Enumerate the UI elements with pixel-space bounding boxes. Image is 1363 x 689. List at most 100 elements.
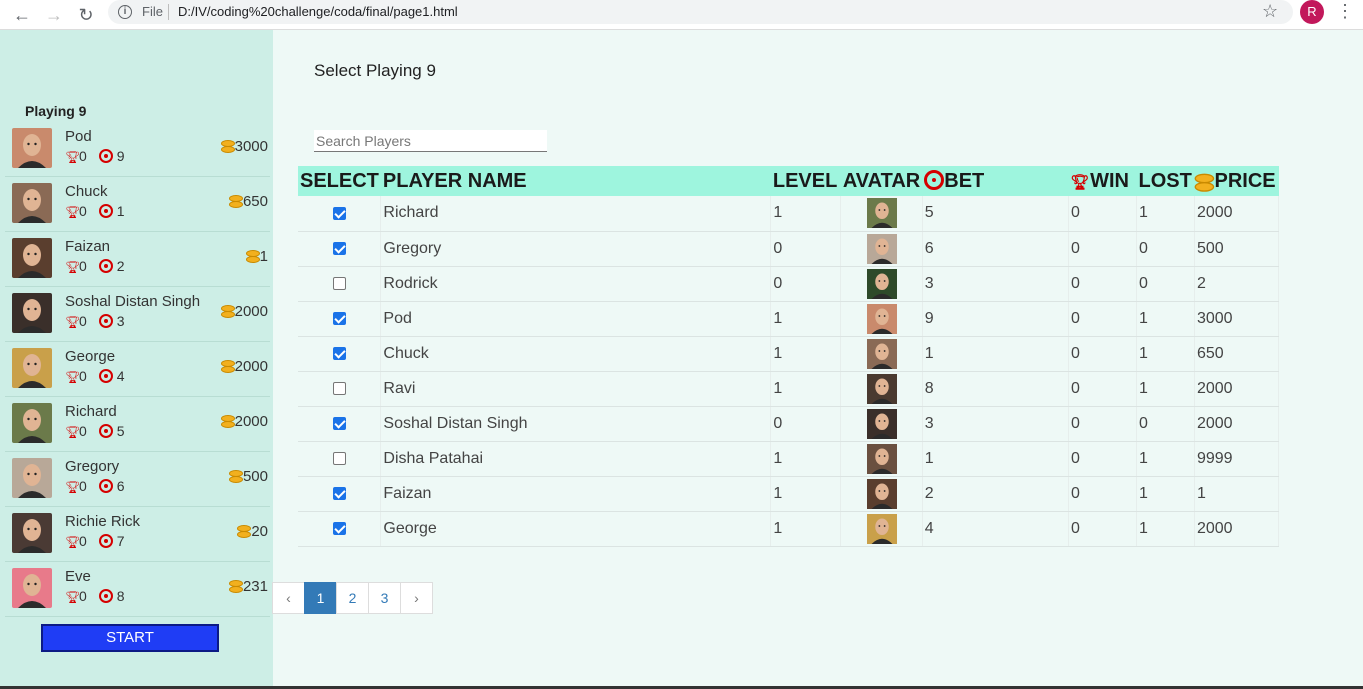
player-price-value: 231: [242, 578, 268, 595]
player-avatar: [866, 373, 897, 404]
select-checkbox[interactable]: [332, 521, 346, 535]
player-bet: 4: [116, 368, 125, 384]
profile-avatar[interactable]: R: [1300, 0, 1324, 24]
select-checkbox[interactable]: [332, 381, 346, 395]
win-cell: 0: [1068, 196, 1137, 232]
table-row: Disha Patahai 1 1 0 1 9999: [298, 441, 1280, 477]
sidebar-player-item[interactable]: Eve 🏆︎0 8 231: [5, 562, 270, 617]
avatar-cell: [840, 196, 923, 232]
avatar-cell: [840, 266, 923, 302]
back-icon[interactable]: ←: [10, 3, 34, 27]
table-row: Richard 1 5 0 1 2000: [298, 196, 1280, 232]
select-checkbox[interactable]: [332, 346, 346, 360]
sidebar-player-item[interactable]: Faizan 🏆︎0 2 1: [5, 232, 270, 287]
player-avatar: [12, 568, 52, 608]
target-icon: [98, 479, 113, 493]
sidebar-player-item[interactable]: Gregory 🏆︎0 6 500: [5, 452, 270, 507]
select-cell: [298, 476, 382, 512]
player-name: Faizan: [65, 238, 111, 255]
player-price: 1: [245, 248, 268, 265]
player-price-value: 1: [259, 248, 268, 265]
player-name: Eve: [65, 568, 91, 585]
win-cell: 0: [1068, 231, 1137, 267]
info-icon[interactable]: i: [118, 5, 132, 19]
table-row: Pod 1 9 0 1 3000: [298, 301, 1280, 337]
col-price[interactable]: PRICE: [1194, 166, 1279, 196]
col-win[interactable]: 🏆︎ WIN: [1068, 166, 1137, 196]
pagination-page-1[interactable]: 1: [304, 582, 337, 614]
search-input[interactable]: [314, 130, 547, 152]
col-avatar[interactable]: AVATAR: [840, 166, 923, 196]
select-checkbox[interactable]: [332, 241, 346, 255]
player-avatar: [866, 408, 897, 439]
pagination-next[interactable]: ›: [400, 582, 433, 614]
select-checkbox[interactable]: [332, 416, 346, 430]
select-cell: [298, 231, 382, 267]
start-button[interactable]: START: [41, 624, 219, 652]
col-player-name[interactable]: PLAYER NAME: [380, 166, 771, 196]
player-avatar: [12, 403, 52, 443]
player-avatar: [866, 443, 897, 474]
player-bet: 2: [116, 258, 125, 274]
price-cell: 2000: [1194, 196, 1280, 232]
col-bet[interactable]: BET: [922, 166, 1069, 196]
table-body: Richard 1 5 0 1 2000 Gregory 0 6 0 0 500 Rodrick 0 3 0 0…: [298, 196, 1280, 547]
player-avatar: [866, 478, 897, 509]
player-avatar: [866, 198, 897, 229]
select-checkbox[interactable]: [332, 451, 346, 465]
coins-icon: [220, 415, 235, 428]
player-avatar: [12, 238, 52, 278]
col-win-label: WIN: [1090, 169, 1129, 192]
sidebar-player-item[interactable]: Richard 🏆︎0 5 2000: [5, 397, 270, 452]
pagination-page-3[interactable]: 3: [368, 582, 401, 614]
trophy-icon: 🏆︎: [65, 205, 81, 219]
pagination-prev[interactable]: ‹: [272, 582, 305, 614]
player-wins: 0: [79, 368, 87, 384]
sidebar-player-item[interactable]: Chuck 🏆︎0 1 650: [5, 177, 270, 232]
level-cell: 1: [770, 441, 842, 477]
url-text[interactable]: D:/IV/coding%20challenge/coda/final/page…: [178, 4, 458, 19]
price-cell: 1: [1194, 476, 1280, 512]
bet-cell: 3: [922, 406, 1070, 442]
player-name-cell: Richard: [380, 196, 772, 232]
lost-cell: 1: [1136, 336, 1195, 372]
table-row: Ravi 1 8 0 1 2000: [298, 371, 1280, 407]
coins-icon: [220, 360, 235, 373]
select-cell: [298, 196, 382, 232]
bet-cell: 1: [922, 336, 1070, 372]
coins-icon: [236, 525, 252, 538]
coins-icon: [220, 305, 235, 318]
select-cell: [298, 406, 382, 442]
bookmark-star-icon[interactable]: ☆: [1262, 1, 1278, 22]
sidebar-player-item[interactable]: Soshal Distan Singh 🏆︎0 3 2000: [5, 287, 270, 342]
col-lost[interactable]: LOST: [1136, 166, 1195, 196]
player-name-cell: Chuck: [380, 336, 772, 372]
price-cell: 2: [1194, 266, 1280, 302]
select-cell: [298, 336, 382, 372]
menu-icon[interactable]: ⋮: [1336, 1, 1354, 22]
pagination-page-2[interactable]: 2: [336, 582, 369, 614]
trophy-icon: 🏆︎: [65, 480, 81, 494]
reload-icon[interactable]: ↻: [74, 3, 98, 27]
level-cell: 1: [770, 476, 842, 512]
player-price: 20: [236, 523, 268, 540]
player-name: Richie Rick: [65, 513, 141, 530]
select-checkbox[interactable]: [332, 486, 346, 500]
col-select[interactable]: SELECT: [298, 166, 381, 196]
coins-icon: [1194, 173, 1215, 192]
player-avatar: [12, 348, 52, 388]
col-level[interactable]: LEVEL: [770, 166, 841, 196]
select-checkbox[interactable]: [332, 311, 346, 325]
forward-icon[interactable]: →: [42, 3, 66, 27]
select-checkbox[interactable]: [332, 206, 346, 220]
sidebar-player-item[interactable]: Pod 🏆︎0 9 3000: [5, 122, 270, 177]
coins-icon: [228, 470, 243, 483]
level-cell: 0: [770, 231, 842, 267]
avatar-cell: [840, 336, 923, 372]
select-checkbox[interactable]: [332, 276, 346, 290]
win-cell: 0: [1068, 476, 1137, 512]
table-row: Faizan 1 2 0 1 1: [298, 476, 1280, 512]
sidebar-player-item[interactable]: Richie Rick 🏆︎0 7 20: [5, 507, 270, 562]
sidebar-player-item[interactable]: George 🏆︎0 4 2000: [5, 342, 270, 397]
lost-cell: 0: [1136, 231, 1195, 267]
